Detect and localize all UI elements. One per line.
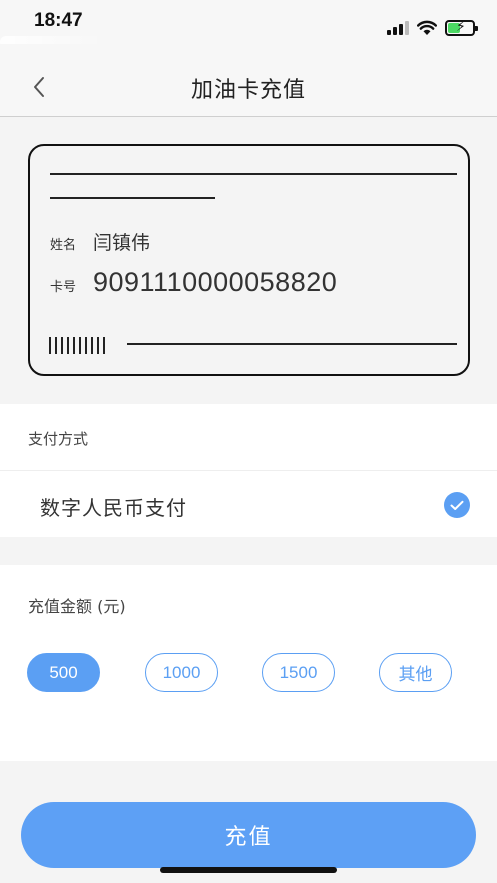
card-decor-line: [50, 173, 457, 175]
payment-method-section: 支付方式 数字人民币支付: [0, 404, 497, 537]
card-name-row: 姓名 闫镇伟: [50, 228, 150, 255]
amount-heading: 充值金额 (元): [28, 597, 126, 616]
fuel-card: 姓名 闫镇伟 卡号 9091110000058820: [28, 144, 470, 376]
divider: [0, 470, 497, 471]
page-title: 加油卡充值: [190, 78, 306, 103]
card-number-value: 9091110000058820: [93, 267, 338, 297]
amount-option-1000[interactable]: 1000: [145, 653, 218, 692]
card-decor-line: [50, 197, 215, 199]
home-indicator[interactable]: [160, 867, 337, 873]
status-bar: 18:47 ⚡: [0, 0, 497, 48]
card-number-row: 卡号 9091110000058820: [50, 267, 337, 298]
amount-option-other[interactable]: 其他: [379, 653, 452, 692]
card-name-label: 姓名: [50, 238, 77, 253]
check-circle-icon[interactable]: [444, 492, 470, 518]
barcode-icon: [49, 337, 105, 354]
amount-option-500[interactable]: 500: [27, 653, 100, 692]
status-time: 18:47: [34, 10, 83, 31]
card-area: 姓名 闫镇伟 卡号 9091110000058820: [0, 118, 497, 404]
nav-bar: 加油卡充值: [0, 44, 497, 117]
signal-icon: [387, 21, 409, 35]
payment-option-ecny[interactable]: 数字人民币支付: [40, 492, 187, 521]
wifi-icon: [417, 20, 437, 35]
status-icons: ⚡: [387, 18, 478, 38]
battery-icon: ⚡: [445, 19, 478, 36]
amount-section: 充值金额 (元) 500 1000 1500 其他: [0, 565, 497, 761]
card-name-value: 闫镇伟: [93, 232, 151, 254]
card-decor-line: [127, 343, 457, 345]
recharge-button[interactable]: 充值: [21, 802, 476, 868]
card-number-label: 卡号: [50, 280, 77, 295]
payment-method-heading: 支付方式: [28, 430, 89, 448]
amount-option-1500[interactable]: 1500: [262, 653, 335, 692]
charging-bolt-icon: ⚡: [456, 19, 466, 35]
